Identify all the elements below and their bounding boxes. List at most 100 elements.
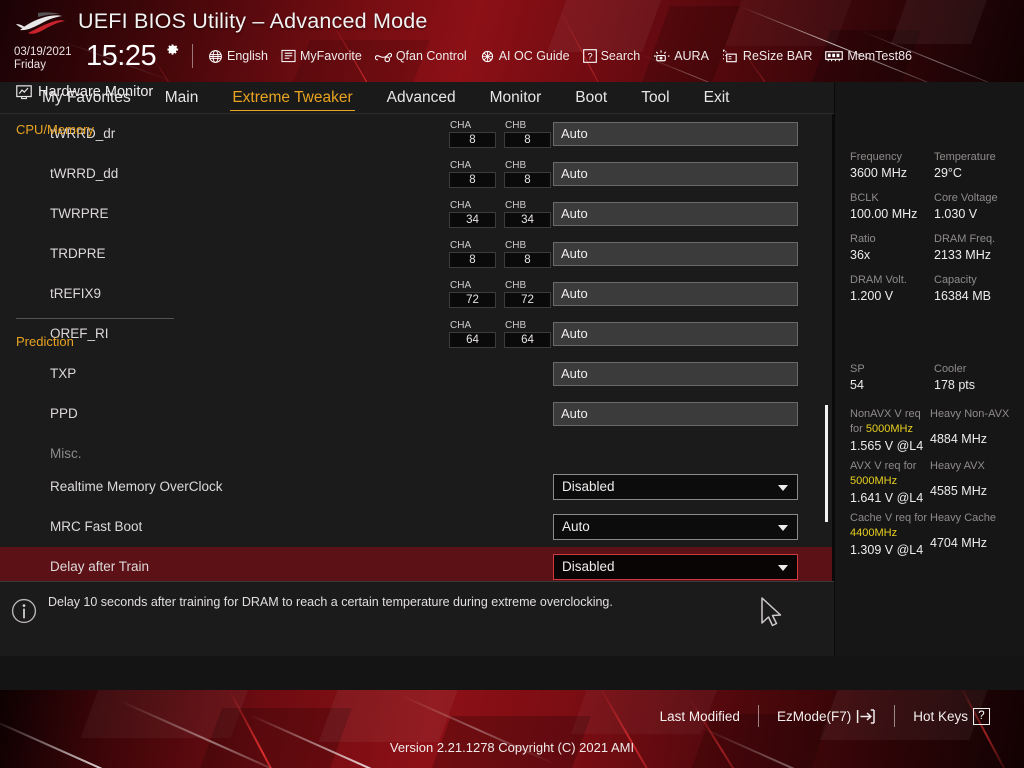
hw-value: 36x [850,248,871,262]
settings-value-input[interactable]: Auto [553,322,798,346]
settings-value-input[interactable]: Auto [553,362,798,386]
settings-row[interactable]: OREF_RI CHA 64 CHB 64 Auto [0,314,840,354]
settings-dropdown-value: Disabled [562,479,615,494]
channel-cha-cell: CHA 8 [449,160,496,188]
settings-row[interactable]: MRC Fast Boot Auto [0,507,840,547]
header-tool-label: Search [600,49,641,63]
channel-values: CHA 8 CHB 8 [449,240,551,268]
hotkeys-button[interactable]: Hot Keys ? [895,707,1008,725]
header-tool-english[interactable]: English [208,49,268,64]
settings-value-input[interactable]: Auto [553,242,798,266]
hw-key: Ratio [850,233,876,245]
header-tool-myfavorite[interactable]: MyFavorite [281,49,362,63]
aura-light-icon [654,49,670,61]
hw-prediction-right-value: 4704 MHz [930,536,987,550]
hw-prediction-right-key: Heavy AVX [930,460,985,472]
channel-cha-value: 8 [449,252,496,268]
settings-row[interactable]: Delay after Train Disabled [0,547,840,581]
channel-cha-value: 8 [449,172,496,188]
settings-row[interactable]: TWRPRE CHA 34 CHB 34 Auto [0,194,840,234]
exit-arrow-icon [857,708,875,724]
settings-row[interactable]: PPD Auto [0,394,840,434]
channel-values: CHA 64 CHB 64 [449,320,551,348]
globe-icon [209,49,222,63]
scrollbar-thumb[interactable] [825,405,828,522]
hw-prediction-value: 1.641 V @L4 [850,491,924,505]
svg-text:?: ? [587,51,592,62]
hw-section-title: CPU/Memory [16,122,95,137]
hw-prediction-freq-highlight: 5000MHz [865,423,913,435]
hw-value: 29°C [934,166,962,180]
settings-row-label: Delay after Train [50,559,150,574]
date-display: 03/19/2021 Friday [14,46,72,71]
header-tool-label: ReSize BAR [742,49,813,63]
settings-row[interactable]: tREFIX9 CHA 72 CHB 72 Auto [0,274,840,314]
header-tool-aura[interactable]: AURA [653,49,709,64]
settings-row[interactable]: tWRRD_dd CHA 8 CHB 8 Auto [0,154,840,194]
tab-exit[interactable]: Exit [704,82,730,114]
header-tool-resize-bar[interactable]: ReSize BAR [722,49,812,64]
hw-prediction-right-key: Heavy Non-AVX [930,408,1010,420]
channel-chb-caption: CHB [505,120,527,131]
tab-tool[interactable]: Tool [641,82,669,114]
bios-screen: UEFI BIOS Utility – Advanced Mode 03/19/… [0,0,1024,768]
content-scrollbar[interactable] [824,114,829,581]
hw-section-title: Prediction [16,334,74,349]
channel-chb-cell: CHB 8 [504,120,551,148]
header-tool-qfan-control[interactable]: Qfan Control [374,49,467,64]
settings-list: tWRRD_dr CHA 8 CHB 8 Auto tWRRD_dd CHA 8 CHB 8 Auto… [0,114,840,581]
tab-main[interactable]: Main [165,82,199,114]
hw-prediction-key: NonAVX V req for 5000MHz [850,408,921,435]
tab-monitor[interactable]: Monitor [490,82,542,114]
header-tool-search[interactable]: ? Search [582,49,641,63]
info-icon [11,598,37,624]
hw-value: 100.00 MHz [850,207,918,221]
tab-advanced[interactable]: Advanced [387,82,456,114]
channel-cha-caption: CHA [450,160,472,171]
channel-cha-caption: CHA [450,120,472,131]
last-modified-button[interactable]: Last Modified [642,709,758,724]
settings-value-input[interactable]: Auto [553,402,798,426]
ezmode-label: EzMode(F7) [776,708,852,724]
hotkeys-label: Hot Keys [913,708,968,724]
channel-values: CHA 34 CHB 34 [449,200,551,228]
resize-bar-icon [722,49,737,62]
settings-dropdown[interactable]: Auto [553,514,798,540]
header-tool-ai-oc-guide[interactable]: AI OC Guide [480,49,570,64]
hw-key: Capacity [934,274,977,286]
ezmode-button[interactable]: EzMode(F7) [759,709,894,724]
chevron-down-icon [778,525,788,531]
settings-dropdown[interactable]: Disabled [553,554,798,580]
settings-row[interactable]: Realtime Memory OverClock Disabled [0,467,840,507]
settings-value-input[interactable]: Auto [553,162,798,186]
rog-eye-logo [16,12,65,34]
tab-extreme-tweaker[interactable]: Extreme Tweaker [230,82,355,114]
settings-row[interactable]: TXP Auto [0,354,840,394]
header-tool-label: AI OC Guide [498,49,570,63]
channel-chb-caption: CHB [505,160,527,171]
channel-chb-value: 8 [504,252,551,268]
header-tool-memtest86[interactable]: MemTest86 [825,49,912,63]
channel-values: CHA 8 CHB 8 [449,160,551,188]
settings-row[interactable]: tWRRD_dr CHA 8 CHB 8 Auto [0,114,840,154]
tab-boot[interactable]: Boot [575,82,607,114]
hw-value: 3600 MHz [850,166,907,180]
settings-value-input[interactable]: Auto [553,202,798,226]
channel-cha-caption: CHA [450,320,472,331]
settings-value-input[interactable]: Auto [553,282,798,306]
chevron-down-icon [778,485,788,491]
gear-icon[interactable] [165,42,180,57]
channel-chb-cell: CHB 8 [504,240,551,268]
hw-value: 1.030 V [934,207,978,221]
settings-dropdown-value: Disabled [562,559,615,574]
settings-row[interactable]: TRDPRE CHA 8 CHB 8 Auto [0,234,840,274]
channel-cha-cell: CHA 8 [449,240,496,268]
settings-row-label: MRC Fast Boot [50,519,143,534]
channel-cha-caption: CHA [450,240,472,251]
settings-row-label: Realtime Memory OverClock [50,479,223,494]
settings-value-input[interactable]: Auto [553,122,798,146]
settings-row-label: PPD [50,406,78,421]
channel-cha-cell: CHA 64 [449,320,496,348]
settings-dropdown[interactable]: Disabled [553,474,798,500]
channel-cha-caption: CHA [450,280,472,291]
